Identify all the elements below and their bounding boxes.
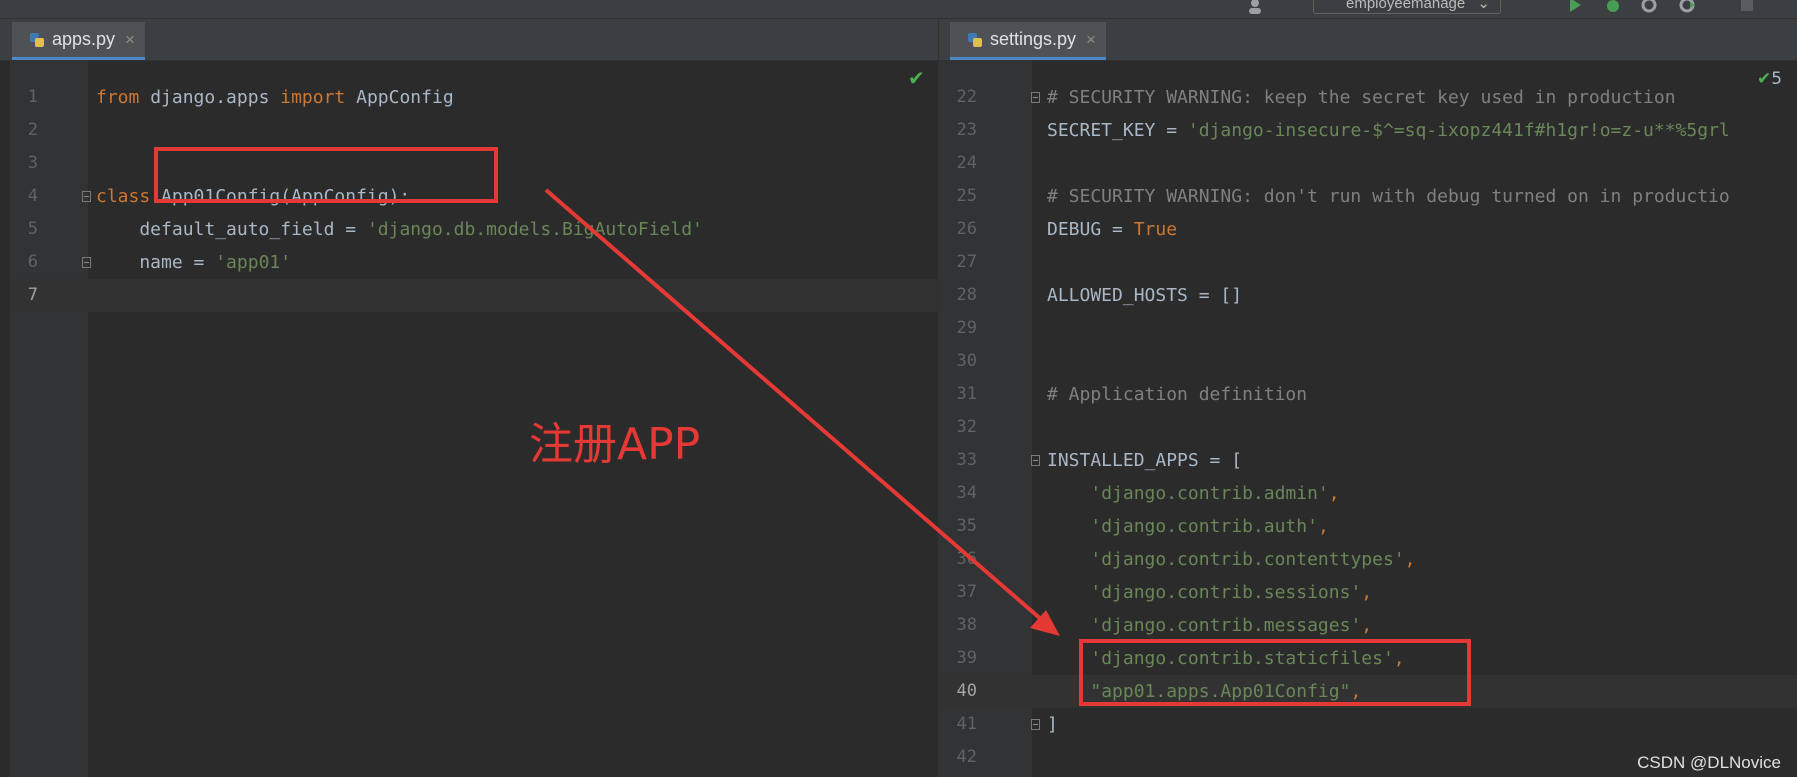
watermark: CSDN @DLNovice: [1637, 753, 1781, 772]
annotation-arrow: [544, 188, 1060, 636]
